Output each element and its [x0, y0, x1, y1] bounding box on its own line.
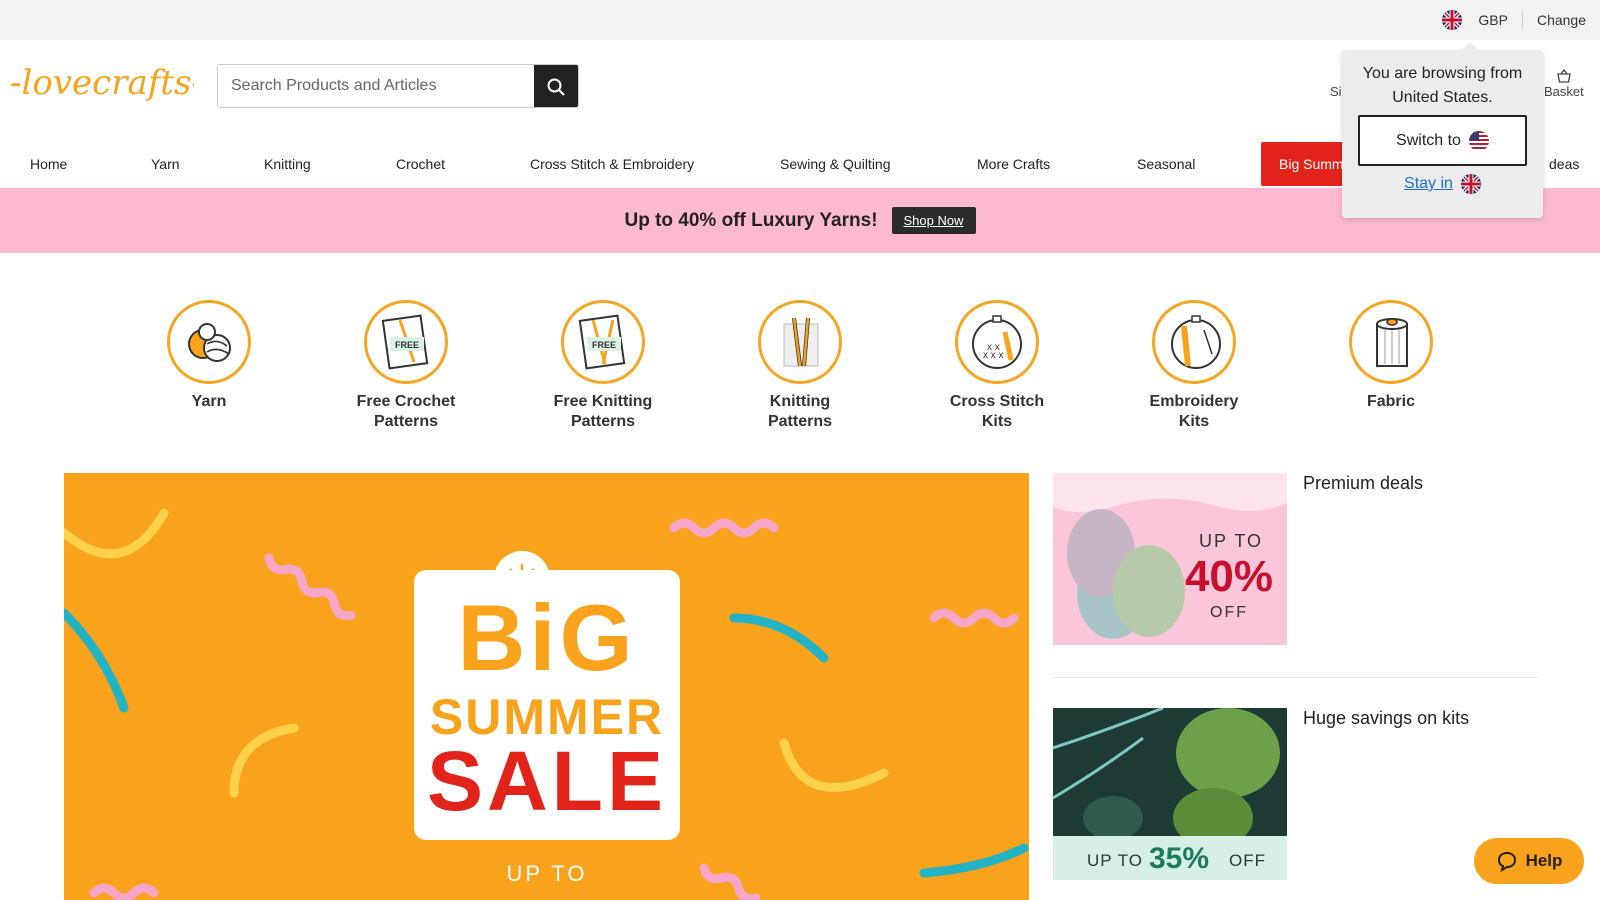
- nav-item-yarn[interactable]: Yarn: [151, 142, 180, 186]
- category-yarn[interactable]: Yarn: [139, 300, 279, 412]
- yarn-balls-image: UP TO 40% OFF: [1053, 473, 1287, 645]
- category-icon-circle: FREE: [561, 300, 645, 384]
- stay-in-uk-link[interactable]: Stay in: [1342, 174, 1543, 194]
- svg-text:-lovecrafts-: -lovecrafts-: [10, 63, 194, 103]
- top-bar: GBP Change: [0, 0, 1600, 40]
- category-embroidery-kits[interactable]: Embroidery Kits: [1124, 300, 1264, 432]
- help-button[interactable]: Help: [1474, 838, 1584, 884]
- category-free-knitting-patterns[interactable]: FREE Free Knitting Patterns: [533, 300, 673, 432]
- category-label: Free Crochet Patterns: [356, 393, 456, 430]
- kit-savings-title[interactable]: Huge savings on kits: [1303, 708, 1469, 729]
- category-label: Embroidery Kits: [1149, 393, 1239, 430]
- currency-selector[interactable]: GBP Change: [1442, 0, 1586, 40]
- chat-bubble-icon: [1497, 851, 1516, 872]
- category-label: Knitting Patterns: [767, 393, 833, 430]
- yarn-balls-icon: [188, 323, 231, 362]
- divider: [1521, 11, 1523, 29]
- basket-link[interactable]: Basket: [1544, 68, 1584, 99]
- change-currency-link[interactable]: Change: [1537, 12, 1586, 28]
- category-icon-circle: [758, 300, 842, 384]
- nav-item-home[interactable]: Home: [30, 142, 67, 186]
- nav-item-crochet[interactable]: Crochet: [396, 142, 445, 186]
- crochet-pattern-icon: FREE: [381, 314, 429, 370]
- stay-in-label: Stay in: [1404, 175, 1453, 192]
- nav-item-sewing[interactable]: Sewing & Quilting: [780, 142, 891, 186]
- svg-text:OFF: OFF: [1229, 851, 1266, 870]
- help-label: Help: [1525, 851, 1563, 870]
- kit-savings-image[interactable]: UP TO 35% OFF: [1053, 708, 1287, 880]
- basket-label: Basket: [1544, 84, 1584, 99]
- category-icon-circle: x x x x x: [955, 300, 1039, 384]
- sign-in-label: Si: [1330, 84, 1342, 99]
- lovecrafts-logo[interactable]: -lovecrafts-: [10, 58, 194, 106]
- currency-code: GBP: [1478, 12, 1508, 28]
- search-icon: [547, 78, 565, 96]
- category-label: Free Knitting Patterns: [553, 393, 653, 430]
- nav-item-seasonal[interactable]: Seasonal: [1137, 142, 1195, 186]
- us-flag-icon: [1468, 130, 1489, 151]
- hero-sale-text: SALE: [426, 734, 668, 828]
- search-button[interactable]: [534, 65, 578, 107]
- search-input[interactable]: [218, 65, 534, 107]
- category-free-crochet-patterns[interactable]: FREE Free Crochet Patterns: [336, 300, 476, 432]
- switch-to-us-button[interactable]: Switch to: [1358, 115, 1527, 166]
- hero-big-text: BiG: [457, 585, 637, 690]
- country-switch-popup: You are browsing from United States. Swi…: [1342, 42, 1543, 218]
- deals-divider: [1053, 677, 1537, 678]
- category-fabric[interactable]: Fabric: [1321, 300, 1461, 412]
- shop-now-button[interactable]: Shop Now: [891, 207, 976, 234]
- knitting-needles-icon: [783, 317, 819, 367]
- uk-flag-icon: [1460, 174, 1481, 194]
- svg-text:FREE: FREE: [592, 340, 616, 350]
- premium-deals-title[interactable]: Premium deals: [1303, 473, 1423, 494]
- category-icon-circle: FREE: [364, 300, 448, 384]
- svg-text:OFF: OFF: [1210, 604, 1248, 621]
- nav-item-knitting[interactable]: Knitting: [264, 142, 311, 186]
- fabric-roll-icon: [1376, 318, 1408, 367]
- category-icon-circle: [167, 300, 251, 384]
- premium-deals-image[interactable]: UP TO 40% OFF: [1053, 473, 1287, 645]
- promo-text: Up to 40% off Luxury Yarns!: [624, 209, 878, 231]
- svg-text:UP TO: UP TO: [1199, 531, 1263, 551]
- hero-upto-text: UP TO: [506, 861, 588, 886]
- svg-text:UP TO: UP TO: [1087, 851, 1143, 870]
- svg-text:35%: 35%: [1149, 842, 1209, 875]
- switch-to-label: Switch to: [1396, 131, 1461, 149]
- category-label: Fabric: [1366, 393, 1415, 410]
- svg-text:40%: 40%: [1185, 552, 1273, 601]
- search-bar: [217, 64, 579, 108]
- category-label: Cross Stitch Kits: [949, 393, 1045, 430]
- svg-text:FREE: FREE: [395, 340, 419, 350]
- category-cross-stitch-kits[interactable]: x x x x x Cross Stitch Kits: [927, 300, 1067, 432]
- nav-item-ideas[interactable]: deas: [1549, 142, 1579, 186]
- popup-arrow: [1462, 42, 1478, 50]
- monstera-rug-image: UP TO 35% OFF: [1053, 708, 1287, 880]
- svg-text:x x x: x x x: [983, 350, 1004, 361]
- browsing-from-message: You are browsing from United States.: [1362, 65, 1523, 106]
- nav-item-cross-stitch[interactable]: Cross Stitch & Embroidery: [530, 142, 694, 186]
- category-knitting-patterns[interactable]: Knitting Patterns: [730, 300, 870, 432]
- basket-icon: [1557, 68, 1571, 83]
- category-shortcuts: Yarn FREE Free Crochet Patterns FREE Free…: [0, 300, 1600, 440]
- category-icon-circle: [1349, 300, 1433, 384]
- nav-item-more-crafts[interactable]: More Crafts: [977, 142, 1050, 186]
- cross-stitch-hoop-icon: x x x x x: [972, 315, 1022, 369]
- uk-flag-icon: [1442, 10, 1463, 30]
- knitting-pattern-icon: FREE: [578, 314, 626, 370]
- category-icon-circle: [1152, 300, 1236, 384]
- big-summer-sale-hero[interactable]: BiG SUMMER SALE UP TO: [64, 473, 1029, 900]
- embroidery-hoop-icon: [1171, 315, 1221, 369]
- category-label: Yarn: [191, 393, 227, 410]
- sign-in-link[interactable]: Si: [1330, 68, 1342, 99]
